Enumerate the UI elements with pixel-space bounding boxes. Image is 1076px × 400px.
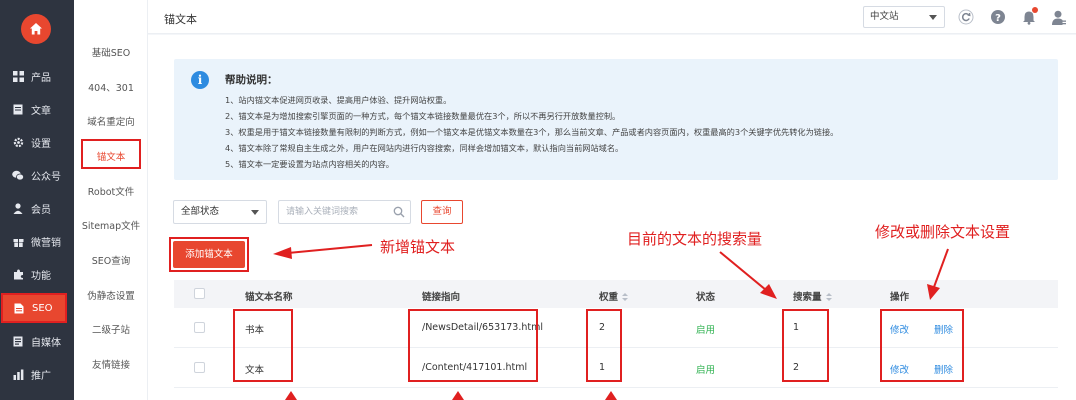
arrow-to-add-button	[287, 244, 373, 254]
arrow-head-names-bottom	[285, 391, 297, 400]
arrow-head-add	[273, 247, 292, 259]
arrow-to-actions	[933, 248, 949, 288]
arrow-head-weights-bottom	[605, 391, 617, 400]
annotation-arrows	[273, 244, 949, 400]
arrow-head-links-bottom	[452, 391, 464, 400]
arrow-to-search-volume	[719, 251, 767, 291]
arrow-head-actions	[927, 284, 940, 300]
